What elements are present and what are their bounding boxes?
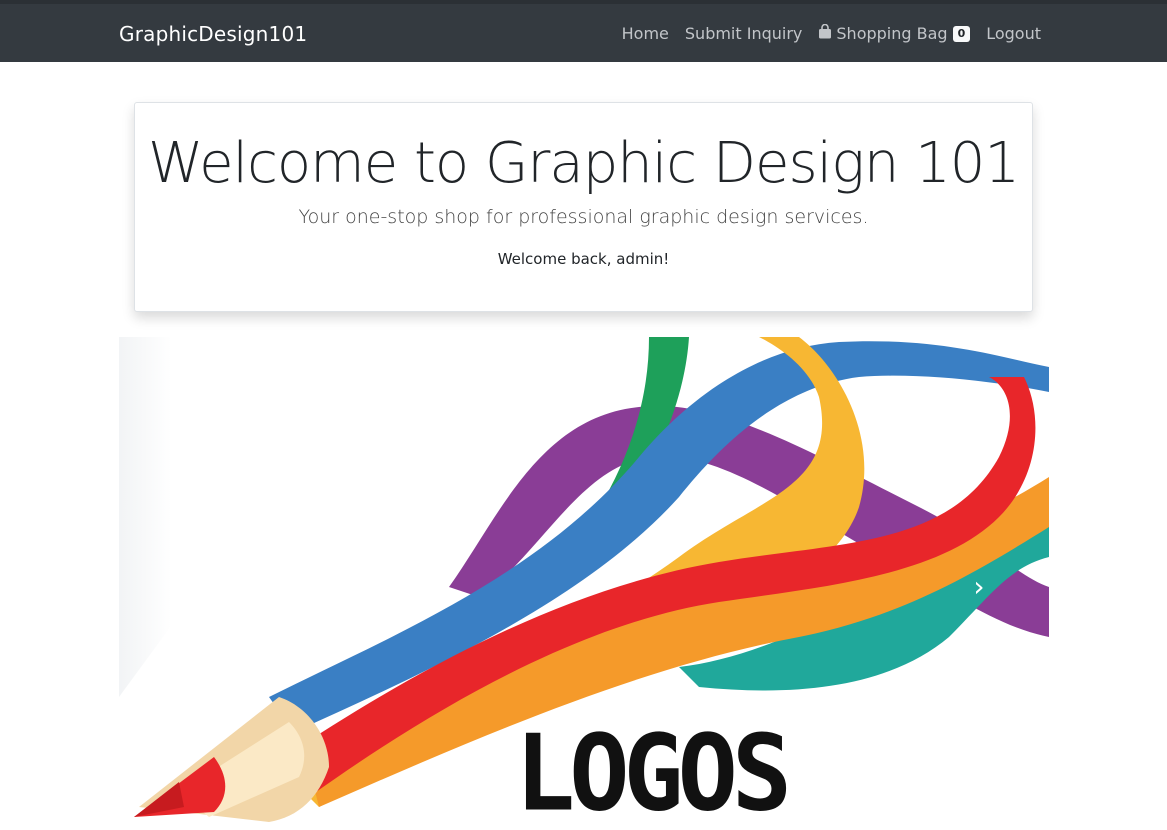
welcome-jumbotron: Welcome to Graphic Design 101 Your one-s… [134,102,1033,312]
welcome-user-text: Welcome back, admin! [497,250,670,268]
nav-submit-inquiry-link[interactable]: Submit Inquiry [685,24,803,43]
brand-link[interactable]: GraphicDesign101 [119,22,307,46]
logos-overlay-text: LOGOS [515,712,792,830]
nav-links: Home Submit Inquiry Shopping Bag 0 Logou… [606,23,1041,43]
nav-home-link[interactable]: Home [622,24,669,43]
carousel-next-button[interactable]: › [959,567,999,607]
chevron-right-icon: › [973,570,985,603]
navbar: GraphicDesign101 Home Submit Inquiry Sho… [0,0,1167,62]
carousel-prev-button[interactable]: ‹ [169,567,209,607]
shopping-bag-label: Shopping Bag [836,24,948,43]
image-carousel[interactable]: Poster Design Eye-catching posters for a… [119,337,1049,830]
nav-shopping-bag-link[interactable]: Shopping Bag 0 [818,23,971,43]
nav-logout-link[interactable]: Logout [986,24,1041,43]
page-title: Welcome to Graphic Design 101 [148,131,1020,196]
shopping-bag-icon [818,23,832,43]
chevron-left-icon: ‹ [183,570,195,603]
cart-count-badge: 0 [952,25,971,42]
page-subtitle: Your one-stop shop for professional grap… [298,206,869,228]
